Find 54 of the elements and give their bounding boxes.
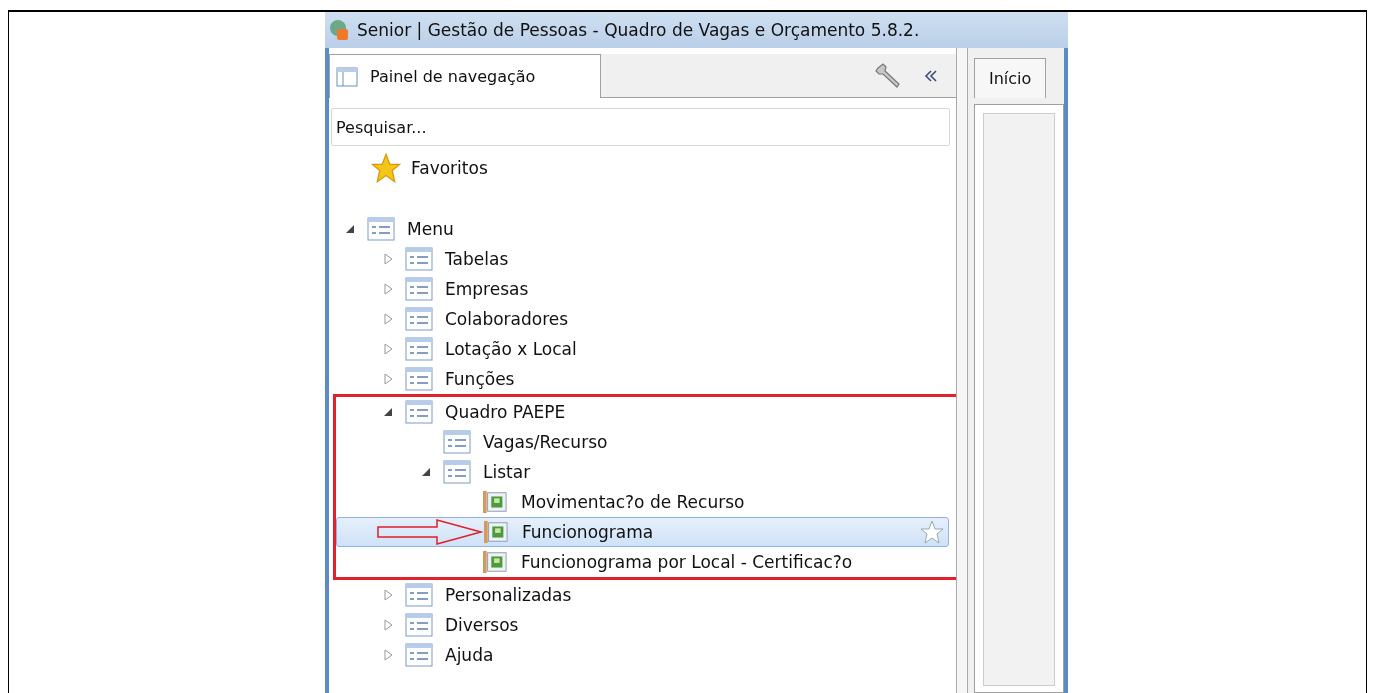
list-icon — [405, 307, 433, 331]
expand-icon[interactable] — [383, 253, 393, 265]
tree-item[interactable]: Menu — [407, 219, 454, 239]
search-field[interactable]: Pesquisar... — [331, 108, 950, 146]
tree-item[interactable]: Colaboradores — [445, 309, 569, 329]
collapse-icon[interactable] — [924, 69, 938, 82]
expand-icon[interactable] — [383, 313, 393, 325]
tree-item[interactable]: Funcionograma — [522, 522, 654, 542]
window-title: Senior | Gestão de Pessoas - Quadro de Vagas e Orçamento 5.8.2. — [357, 20, 920, 40]
expand-icon[interactable] — [383, 343, 393, 355]
favorites-item[interactable]: Favoritos — [411, 158, 488, 178]
list-icon — [405, 613, 433, 637]
list-icon — [405, 583, 433, 607]
app-logo-icon — [329, 19, 349, 41]
wrench-icon[interactable] — [874, 61, 902, 90]
expand-icon[interactable] — [383, 649, 393, 661]
expand-icon[interactable] — [383, 373, 393, 385]
tree-item[interactable]: Empresas — [445, 279, 529, 299]
star-icon — [371, 153, 401, 183]
tree-item[interactable]: Ajuda — [445, 645, 494, 665]
expanded-icon[interactable] — [421, 466, 431, 478]
selected-row[interactable]: Funcionograma — [336, 517, 949, 547]
list-icon — [405, 367, 433, 391]
tree-item[interactable]: Listar — [483, 462, 531, 482]
expanded-icon[interactable] — [383, 406, 393, 418]
expand-icon[interactable] — [383, 283, 393, 295]
navigation-panel-tab[interactable]: Painel de navegação — [329, 54, 601, 98]
panel-splitter[interactable] — [956, 48, 968, 693]
list-icon — [405, 247, 433, 271]
list-icon — [405, 400, 433, 424]
tree-item[interactable]: Movimentac?o de Recurso — [521, 492, 745, 512]
list-icon — [405, 277, 433, 301]
list-icon — [443, 430, 471, 454]
start-tab[interactable]: Início — [974, 58, 1047, 98]
star-icon[interactable] — [920, 520, 944, 544]
expand-icon[interactable] — [383, 619, 393, 631]
report-icon — [481, 490, 509, 514]
report-icon — [482, 520, 510, 544]
expand-icon[interactable] — [383, 589, 393, 601]
tree-item[interactable]: Tabelas — [445, 249, 509, 269]
report-icon — [481, 550, 509, 574]
panel-icon — [336, 66, 358, 87]
tree-item[interactable]: Funções — [445, 369, 515, 389]
expanded-icon[interactable] — [345, 223, 355, 235]
tree-item[interactable]: Personalizadas — [445, 585, 572, 605]
list-icon — [405, 643, 433, 667]
tree-item[interactable]: Funcionograma por Local - Certificac?o — [521, 552, 853, 572]
list-icon — [443, 460, 471, 484]
tree-item[interactable]: Diversos — [445, 615, 519, 635]
tree-item[interactable]: Vagas/Recurso — [483, 432, 608, 452]
list-icon — [367, 217, 395, 241]
tree-item[interactable]: Lotação x Local — [445, 339, 577, 359]
tree-item[interactable]: Quadro PAEPE — [445, 402, 566, 422]
list-icon — [405, 337, 433, 361]
